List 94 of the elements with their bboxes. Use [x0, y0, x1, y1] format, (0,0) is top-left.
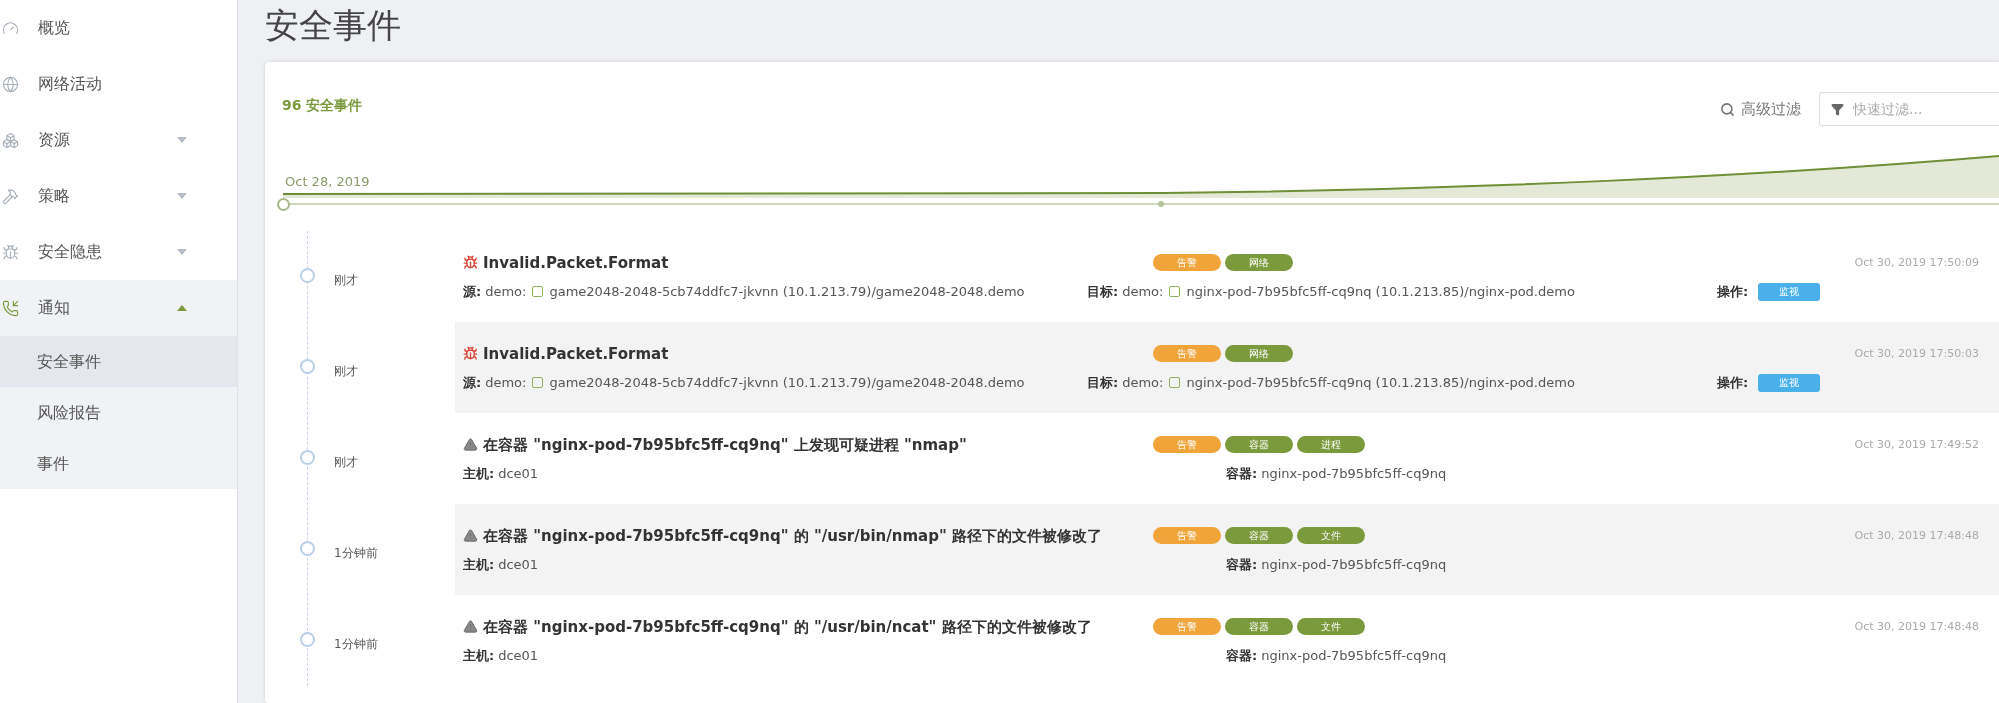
- event-title: 在容器 "nginx-pod-7b95bfc5ff-cq9nq" 上发现可疑进程 "nmap": [483, 434, 967, 456]
- time-ago: 1分钟前: [334, 544, 378, 562]
- detail-label: 容器:: [1226, 647, 1258, 665]
- quick-filter-field[interactable]: 快速过滤...: [1819, 92, 1999, 126]
- event-title: Invalid.Packet.Format: [483, 343, 669, 365]
- sidebar-item[interactable]: 网络活动: [0, 56, 237, 112]
- square-icon: [532, 377, 544, 389]
- event-timestamp: Oct 30, 2019 17:50:03: [1854, 345, 1979, 362]
- timeline-date-label: Oct 28, 2019: [285, 173, 370, 191]
- time-ago: 刚才: [334, 271, 358, 289]
- detail-value: nginx-pod-7b95bfc5ff-cq9nq: [1261, 647, 1447, 665]
- namespace-text: demo:: [1122, 374, 1164, 392]
- timeline-node: [300, 268, 315, 283]
- bug-icon: [2, 243, 19, 261]
- action-label: 操作:: [1717, 283, 1749, 301]
- sidebar-item[interactable]: 资源: [0, 112, 237, 168]
- timeline-node: [300, 541, 315, 556]
- timeline-node: [300, 359, 315, 374]
- tag: 网络: [1225, 254, 1293, 272]
- detail-value: nginx-pod-7b95bfc5ff-cq9nq: [1261, 465, 1447, 483]
- warning-icon: [463, 619, 478, 635]
- range-handle[interactable]: [1158, 201, 1164, 207]
- warning-icon: [463, 528, 478, 544]
- detail-label: 容器:: [1226, 556, 1258, 574]
- namespace-text: demo:: [485, 283, 527, 301]
- detail-value: dce01: [498, 465, 539, 483]
- detail-label: 目标:: [1087, 283, 1119, 301]
- detail-label: 目标:: [1087, 374, 1119, 392]
- page-title: 安全事件: [265, 3, 402, 47]
- tag: 告警: [1153, 345, 1221, 363]
- action-label: 操作:: [1717, 374, 1749, 392]
- cubes-icon: [2, 131, 19, 149]
- warning-icon: [463, 437, 478, 453]
- event-title: 在容器 "nginx-pod-7b95bfc5ff-cq9nq" 的 "/usr/bin/nmap" 路径下的文件被修改了: [483, 525, 1102, 547]
- tag: 文件: [1297, 618, 1365, 636]
- detail-value: game2048-2048-5cb74ddfc7-jkvnn (10.1.213.79)/game2048-2048.demo: [549, 283, 1025, 301]
- namespace-text: demo:: [1122, 283, 1164, 301]
- search-icon: [1720, 101, 1735, 117]
- hammer-icon: [2, 187, 19, 205]
- bug-icon: [463, 255, 478, 271]
- bug-icon: [463, 346, 478, 362]
- detail-label: 源:: [463, 374, 482, 392]
- event-timestamp: Oct 30, 2019 17:48:48: [1854, 527, 1979, 544]
- sidebar-subitem[interactable]: 安全事件: [0, 336, 237, 387]
- tag: 告警: [1153, 527, 1221, 545]
- namespace-text: demo:: [485, 374, 527, 392]
- event-timestamp: Oct 30, 2019 17:48:48: [1854, 618, 1979, 635]
- detail-label: 源:: [463, 283, 482, 301]
- detail-value: dce01: [498, 556, 539, 574]
- detail-label: 主机:: [463, 556, 495, 574]
- event-timestamp: Oct 30, 2019 17:49:52: [1854, 436, 1979, 453]
- detail-label: 主机:: [463, 647, 495, 665]
- event-row[interactable]: Invalid.Packet.Format 告警 网络 Oct 30, 2019 17:50:03 源: demo: game2048-2048-5cb74ddfc7-jkvnn (10.1.213.79)/game2048-2048.demo 目标: demo: nginx-pod-7b95bfc5ff-cq9nq (10.1.213.85)/nginx-pod.demo 操作: 监视: [455, 322, 1999, 413]
- tag: 告警: [1153, 618, 1221, 636]
- sidebar-item[interactable]: 策略: [0, 168, 237, 224]
- square-icon: [532, 286, 544, 298]
- tag: 容器: [1225, 527, 1293, 545]
- sidebar-item[interactable]: 概览: [0, 0, 237, 56]
- detail-label: 容器:: [1226, 465, 1258, 483]
- event-title: Invalid.Packet.Format: [483, 252, 669, 274]
- event-row[interactable]: 在容器 "nginx-pod-7b95bfc5ff-cq9nq" 的 "/usr/bin/nmap" 路径下的文件被修改了 告警 容器 文件 Oct 30, 2019 17:48:48 主机: dce01 容器: nginx-pod-7b95bfc5ff-cq9nq: [455, 504, 1999, 595]
- gauge-icon: [2, 19, 19, 37]
- time-ago: 刚才: [334, 453, 358, 471]
- detail-value: nginx-pod-7b95bfc5ff-cq9nq: [1261, 556, 1447, 574]
- sidebar-subitem[interactable]: 风险报告: [0, 387, 237, 438]
- tag: 告警: [1153, 254, 1221, 272]
- tag: 网络: [1225, 345, 1293, 363]
- square-icon: [1169, 377, 1181, 389]
- time-ago: 刚才: [334, 362, 358, 380]
- tag: 容器: [1225, 618, 1293, 636]
- detail-value: game2048-2048-5cb74ddfc7-jkvnn (10.1.213.79)/game2048-2048.demo: [549, 374, 1025, 392]
- event-title: 在容器 "nginx-pod-7b95bfc5ff-cq9nq" 的 "/usr/bin/ncat" 路径下的文件被修改了: [483, 616, 1092, 638]
- detail-value: nginx-pod-7b95bfc5ff-cq9nq (10.1.213.85)/nginx-pod.demo: [1186, 283, 1575, 301]
- tag: 进程: [1297, 436, 1365, 454]
- event-timestamp: Oct 30, 2019 17:50:09: [1854, 254, 1979, 271]
- detail-label: 主机:: [463, 465, 495, 483]
- detail-value: nginx-pod-7b95bfc5ff-cq9nq (10.1.213.85)/nginx-pod.demo: [1186, 374, 1575, 392]
- time-ago: 1分钟前: [334, 635, 378, 653]
- sidebar-item[interactable]: 安全隐患: [0, 224, 237, 280]
- filter-icon: [1831, 103, 1844, 116]
- sidebar-subitem[interactable]: 事件: [0, 438, 237, 489]
- square-icon: [1169, 286, 1181, 298]
- tag: 文件: [1297, 527, 1365, 545]
- detail-value: dce01: [498, 647, 539, 665]
- range-handle[interactable]: [277, 198, 290, 211]
- tag: 容器: [1225, 436, 1293, 454]
- phone-icon: [2, 299, 19, 317]
- globe-icon: [2, 75, 19, 93]
- tag: 告警: [1153, 436, 1221, 454]
- event-count: 96 安全事件: [282, 95, 363, 115]
- sidebar-item[interactable]: 通知: [0, 280, 237, 336]
- timeline-node: [300, 450, 315, 465]
- advanced-filter-button[interactable]: 高级过滤: [1720, 97, 1801, 121]
- timeline-node: [300, 632, 315, 647]
